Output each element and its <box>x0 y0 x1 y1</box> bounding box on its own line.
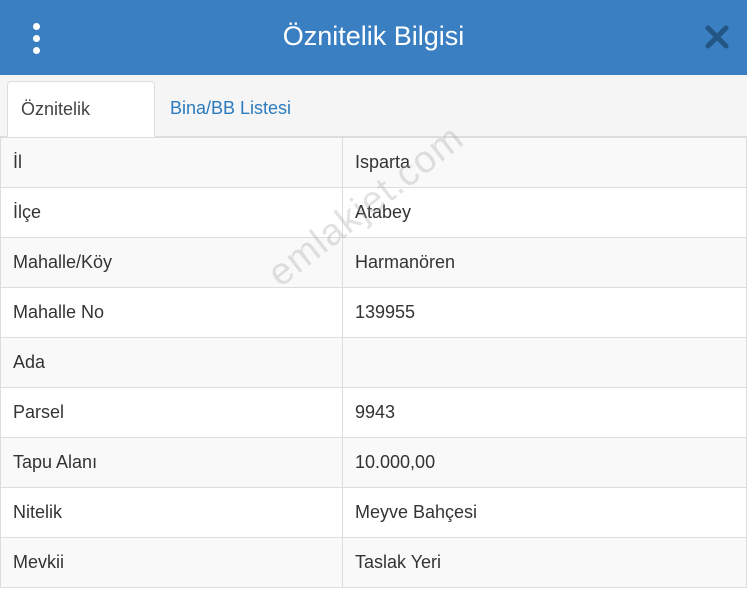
row-label: Nitelik <box>0 487 343 538</box>
tab-bina-bb-listesi[interactable]: Bina/BB Listesi <box>157 81 304 137</box>
table-row: Parsel 9943 <box>0 387 747 438</box>
row-value: Atabey <box>342 187 747 238</box>
row-value <box>342 337 747 388</box>
tab-bar: Öznitelik Bilgisi Bina/BB Listesi <box>0 75 747 173</box>
tab-oznitelik-bilgisi[interactable]: Öznitelik Bilgisi <box>7 81 155 173</box>
row-label: Mahalle No <box>0 287 343 338</box>
row-value: 139955 <box>342 287 747 338</box>
row-label: Mahalle/Köy <box>0 237 343 288</box>
table-row: İlçe Atabey <box>0 187 747 238</box>
dialog-title: Öznitelik Bilgisi <box>282 21 465 51</box>
row-label: Parsel <box>0 387 343 438</box>
row-value: Harmanören <box>342 237 747 288</box>
table-row: Ada <box>0 337 747 388</box>
table-row: İl Isparta <box>0 137 747 188</box>
close-icon[interactable] <box>702 22 732 52</box>
row-value: Meyve Bahçesi <box>342 487 747 538</box>
row-label: Mevkii <box>0 537 343 588</box>
table-row: Tapu Alanı 10.000,00 <box>0 437 747 488</box>
row-label: Ada <box>0 337 343 388</box>
dialog-header: Öznitelik Bilgisi <box>0 0 747 75</box>
row-value: Isparta <box>342 137 747 188</box>
row-label: Tapu Alanı <box>0 437 343 488</box>
row-label: İlçe <box>0 187 343 238</box>
table-row: Mevkii Taslak Yeri <box>0 537 747 588</box>
table-row: Mahalle No 139955 <box>0 287 747 338</box>
table-row: Mahalle/Köy Harmanören <box>0 237 747 288</box>
attribute-table: İl Isparta İlçe Atabey Mahalle/Köy Harma… <box>0 137 747 588</box>
row-value: 9943 <box>342 387 747 438</box>
table-row: Nitelik Meyve Bahçesi <box>0 487 747 538</box>
row-value: 10.000,00 <box>342 437 747 488</box>
row-label: İl <box>0 137 343 188</box>
row-value: Taslak Yeri <box>342 537 747 588</box>
